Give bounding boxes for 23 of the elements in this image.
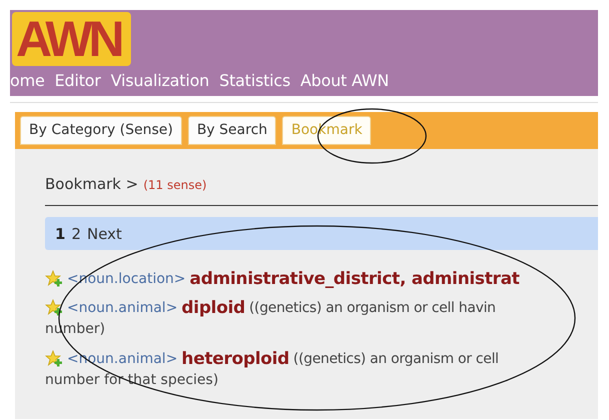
nav-link[interactable]: Statistics	[219, 71, 290, 90]
star-plus-icon[interactable]	[45, 299, 63, 317]
page-link[interactable]: 1	[55, 224, 66, 242]
category-link[interactable]: <noun.animal>	[67, 300, 178, 316]
nav-link[interactable]: About AWN	[300, 71, 389, 90]
gloss-text: ((genetics) an organism or cell	[293, 351, 499, 367]
word-link[interactable]: heteroploid	[182, 349, 290, 369]
tab[interactable]: By Search	[188, 116, 276, 145]
gloss-text: number for that species)	[45, 372, 220, 390]
gloss-text: ((genetics) an organism or cell havin	[249, 300, 496, 316]
sense-count: (11 sense)	[143, 178, 207, 192]
page-link[interactable]: Next	[86, 224, 122, 242]
nav-link[interactable]: Visualization	[110, 71, 210, 90]
word-link[interactable]: diploid	[182, 298, 246, 318]
tab[interactable]: By Category (Sense)	[20, 116, 182, 145]
nav-link[interactable]: ome	[10, 71, 45, 90]
star-plus-icon[interactable]	[45, 270, 63, 288]
nav-link[interactable]: Editor	[54, 71, 101, 90]
logo[interactable]: AWN	[12, 12, 131, 66]
breadcrumb: Bookmark >	[45, 175, 138, 193]
word-link[interactable]: administrative_district, administrat	[190, 269, 520, 289]
page-link[interactable]: 2	[71, 224, 81, 242]
star-plus-icon[interactable]	[45, 350, 63, 368]
